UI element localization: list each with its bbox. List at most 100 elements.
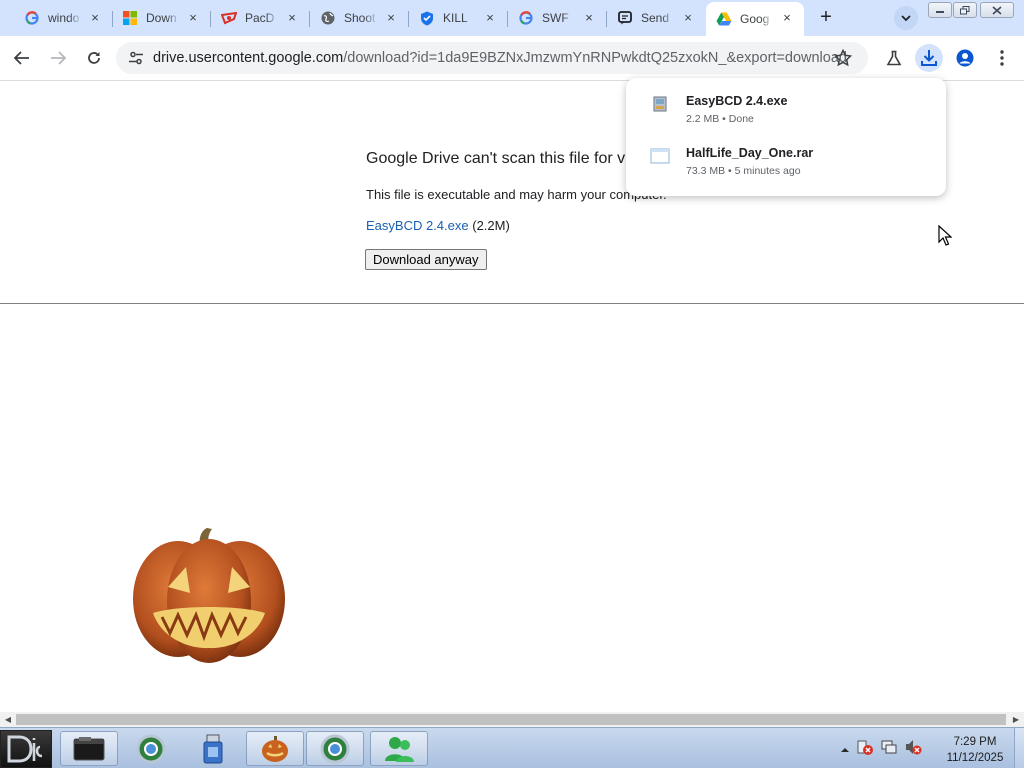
- tab-windows-search[interactable]: windo ×: [14, 4, 113, 32]
- file-info: EasyBCD 2.4.exe (2.2M): [366, 218, 510, 233]
- profile-button[interactable]: [951, 44, 979, 72]
- restore-icon: [960, 5, 970, 14]
- blank-file-icon: [650, 146, 670, 166]
- show-desktop-button[interactable]: [1014, 728, 1024, 768]
- browser-toolbar: drive.usercontent.google.com/download?id…: [0, 36, 1024, 81]
- download-icon: [921, 50, 937, 66]
- page-title: Google Drive can't scan this file for v: [366, 150, 626, 167]
- tab-download[interactable]: Down ×: [112, 4, 211, 32]
- tab-close-icon[interactable]: ×: [88, 11, 102, 25]
- menu-button[interactable]: [988, 44, 1016, 72]
- tab-send[interactable]: Send ×: [607, 4, 705, 32]
- tab-close-icon[interactable]: ×: [483, 11, 497, 25]
- reload-button[interactable]: [80, 44, 108, 72]
- start-button[interactable]: [0, 730, 52, 768]
- arrow-right-icon: [51, 51, 66, 65]
- taskbar-app-browser[interactable]: [122, 731, 180, 766]
- terminal-icon: [73, 736, 105, 760]
- divider: [0, 303, 1024, 304]
- tab-search-button[interactable]: [894, 6, 918, 30]
- volume-muted-icon[interactable]: [904, 738, 922, 761]
- pacdv-icon: [221, 10, 237, 26]
- tab-title: SWF: [542, 11, 569, 25]
- address-bar[interactable]: drive.usercontent.google.com/download?id…: [116, 42, 868, 74]
- tab-swf[interactable]: SWF ×: [508, 4, 607, 32]
- taskbar-app-browser-active[interactable]: [306, 731, 364, 766]
- chevron-down-icon: [901, 14, 911, 21]
- tab-title: Goog: [740, 12, 770, 26]
- warning-text: This file is executable and may harm you…: [366, 187, 667, 202]
- google-g-icon: [24, 10, 40, 26]
- messenger-people-icon: [385, 736, 414, 762]
- download-status: 2.2 MB • Done: [686, 113, 754, 125]
- taskbar-app-messenger[interactable]: [370, 731, 428, 766]
- tab-pacdv[interactable]: PacD ×: [211, 4, 310, 32]
- tab-close-icon[interactable]: ×: [186, 11, 200, 25]
- file-link[interactable]: EasyBCD 2.4.exe: [366, 218, 469, 233]
- download-status: 73.3 MB • 5 minutes ago: [686, 165, 801, 177]
- pumpkin-image: [128, 527, 290, 670]
- site-info-icon[interactable]: [128, 50, 144, 71]
- system-clock[interactable]: 7:29 PM 11/12/2025: [942, 734, 1008, 766]
- reload-icon: [88, 52, 100, 64]
- tab-title: windo: [48, 11, 80, 25]
- usb-drive-icon: [203, 734, 223, 763]
- more-vertical-icon: [1000, 50, 1004, 66]
- taskbar-app-pumpkin[interactable]: [246, 731, 304, 766]
- tab-google-drive[interactable]: Goog ×: [706, 2, 804, 36]
- tab-close-icon[interactable]: ×: [285, 11, 299, 25]
- arrow-left-icon: [14, 51, 29, 65]
- labs-button[interactable]: [880, 44, 908, 72]
- close-icon: [992, 5, 1002, 15]
- google-drive-icon: [716, 11, 732, 27]
- forward-button[interactable]: [44, 44, 72, 72]
- tab-close-icon[interactable]: ×: [582, 11, 596, 25]
- taskbar-app-terminal[interactable]: [60, 731, 118, 766]
- scroll-right-icon[interactable]: ▶: [1010, 714, 1022, 725]
- url-host: drive.usercontent.google.com: [153, 50, 344, 66]
- bookmark-star-icon[interactable]: [833, 48, 853, 72]
- chat-icon: [617, 10, 633, 26]
- tab-shoot[interactable]: Shoot ×: [310, 4, 409, 32]
- microsoft-logo-icon: [122, 10, 138, 26]
- tab-title: Down: [146, 11, 177, 25]
- download-item[interactable]: HalfLife_Day_One.rar 73.3 MB • 5 minutes…: [626, 130, 946, 182]
- google-g-icon: [518, 10, 534, 26]
- taskbar-app-usb[interactable]: [184, 731, 242, 766]
- download-item[interactable]: EasyBCD 2.4.exe 2.2 MB • Done: [626, 78, 946, 130]
- clock-date: 11/12/2025: [946, 752, 1004, 764]
- system-tray: [840, 738, 922, 761]
- scrollbar-thumb[interactable]: [16, 714, 1006, 725]
- downloads-button[interactable]: [915, 44, 943, 72]
- mouse-cursor-icon: [938, 224, 953, 252]
- new-tab-button[interactable]: +: [814, 6, 838, 30]
- tab-title: Shoot: [344, 11, 376, 25]
- minimize-icon: [936, 11, 944, 13]
- tab-title: KILL: [443, 11, 468, 25]
- tab-title: PacD: [245, 11, 275, 25]
- tab-close-icon[interactable]: ×: [681, 11, 695, 25]
- horizontal-scrollbar[interactable]: ◀ ▶: [0, 712, 1024, 727]
- scroll-left-icon[interactable]: ◀: [2, 714, 14, 725]
- show-hidden-icons-icon[interactable]: [840, 741, 850, 759]
- action-center-warning-icon[interactable]: [856, 738, 874, 761]
- download-anyway-button[interactable]: Download anyway: [365, 249, 487, 270]
- download-filename: HalfLife_Day_One.rar: [686, 146, 814, 160]
- url-text: drive.usercontent.google.com/download?id…: [153, 50, 847, 66]
- close-window-button[interactable]: [980, 2, 1014, 18]
- minimize-button[interactable]: [928, 2, 952, 18]
- url-path: /download?id=1da9E9BZNxJmzwmYnRNPwkdtQ25…: [343, 50, 847, 66]
- clock-time: 7:29 PM: [953, 736, 997, 748]
- flask-icon: [886, 50, 902, 66]
- tab-title: Send: [641, 11, 670, 25]
- start-logo-icon: [7, 735, 43, 763]
- taskbar: 7:29 PM 11/12/2025: [0, 727, 1024, 768]
- back-button[interactable]: [8, 44, 36, 72]
- tab-kill[interactable]: KILL ×: [409, 4, 508, 32]
- download-filename: EasyBCD 2.4.exe: [686, 94, 788, 108]
- globe-icon: [136, 734, 166, 763]
- restore-button[interactable]: [953, 2, 977, 18]
- network-icon[interactable]: [880, 738, 898, 761]
- tab-close-icon[interactable]: ×: [384, 11, 398, 25]
- tab-close-icon[interactable]: ×: [780, 11, 794, 25]
